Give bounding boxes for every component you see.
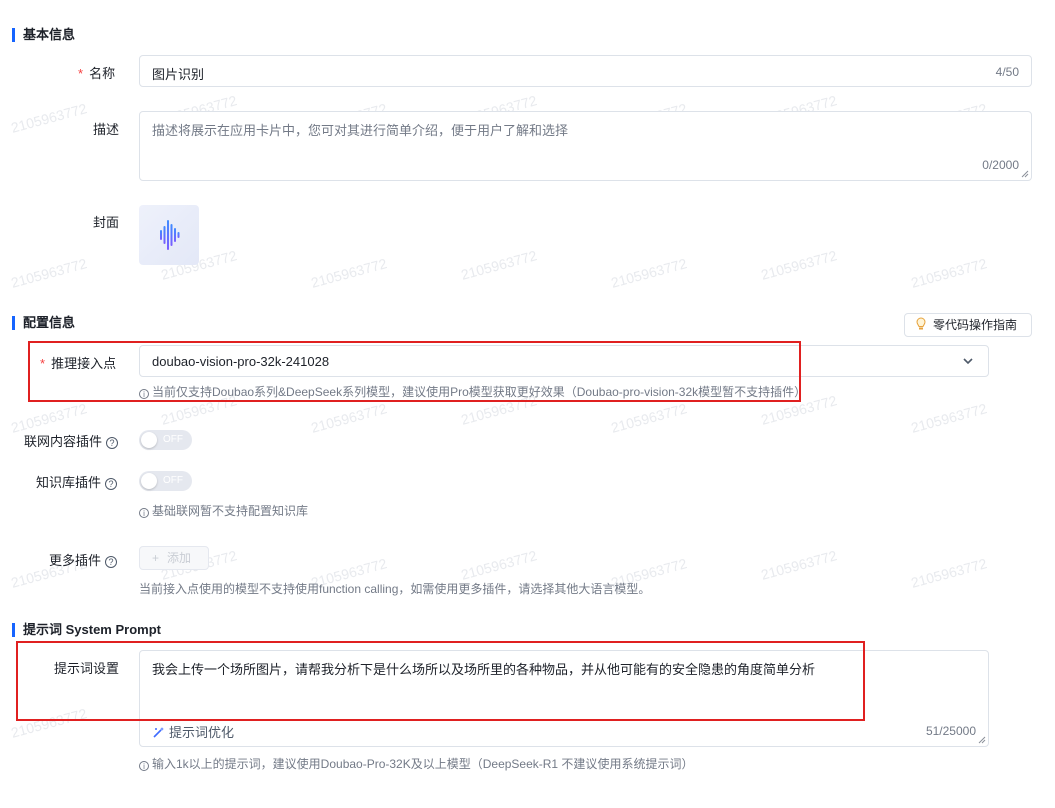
watermark-text: 2105963772 [609,255,689,291]
toggle-state: OFF [163,434,183,445]
endpoint-hint: i 当前仅支持Doubao系列&DeepSeek系列模型，建议使用Pro模型获取更… [139,383,806,400]
endpoint-label: * 推理接入点 [40,353,116,372]
description-textarea[interactable]: 描述将展示在应用卡片中，您可对其进行简单介绍，便于用户了解和选择 0/2000 [139,111,1032,181]
endpoint-label-text: 推理接入点 [51,356,117,371]
name-input[interactable]: 图片识别 4/50 [139,55,1032,87]
zero-code-guide-button[interactable]: 零代码操作指南 [904,313,1032,337]
magic-wand-icon [153,727,164,738]
endpoint-select[interactable]: doubao-vision-pro-32k-241028 [139,345,989,377]
required-mark: * [40,356,46,371]
kb-hint: i 基础联网暂不支持配置知识库 [139,502,308,519]
kb-plugin-toggle[interactable]: OFF [139,471,192,491]
watermark-text: 2105963772 [609,400,689,436]
watermark-text: 2105963772 [9,255,89,291]
toggle-knob [141,473,157,489]
watermark-text: 2105963772 [9,100,89,136]
cover-label: 封面 [93,215,120,230]
chevron-down-icon [963,358,973,365]
web-plugin-label-text: 联网内容插件 [24,434,103,449]
resize-handle-icon[interactable] [1021,170,1029,178]
lightbulb-icon [916,317,926,330]
system-prompt-textarea[interactable]: 我会上传一个场所图片，请帮我分析下是什么场所以及场所里的各种物品，并从他可能有的… [139,650,989,747]
desc-label: 描述 [93,122,120,137]
add-plugin-button[interactable]: + 添加 [139,546,209,570]
prompt-counter: 51/25000 [925,724,976,738]
web-plugin-label: 联网内容插件? [24,431,119,450]
watermark-text: 2105963772 [909,555,989,591]
toggle-knob [141,432,157,448]
name-label: * 名称 [78,63,115,82]
more-plugins-label: 更多插件? [49,550,118,569]
optimize-label: 提示词优化 [169,725,235,740]
info-icon: i [139,508,149,518]
info-icon: i [139,389,149,399]
more-plugins-hint: 当前接入点使用的模型不支持使用function calling，如需使用更多插件… [139,582,651,596]
info-icon: i [139,761,149,771]
question-icon[interactable]: ? [105,556,118,568]
guide-button-label: 零代码操作指南 [933,318,1018,332]
kb-plugin-label-text: 知识库插件 [36,475,102,490]
watermark-text: 2105963772 [909,255,989,291]
question-icon[interactable]: ? [105,478,118,490]
waveform-icon [160,220,180,250]
section-title-basic: 基本信息 [12,28,75,42]
section-title-config: 配置信息 [12,316,75,330]
required-mark: * [78,66,84,81]
watermark-text: 2105963772 [759,247,839,283]
question-icon[interactable]: ? [106,437,119,449]
name-counter: 4/50 [995,65,1019,79]
toggle-state: OFF [163,475,183,486]
section-title-prompt: 提示词 System Prompt [12,623,161,637]
watermark-text: 2105963772 [909,400,989,436]
watermark-text: 2105963772 [309,400,389,436]
endpoint-value: doubao-vision-pro-32k-241028 [152,354,330,369]
prompt-setting-label: 提示词设置 [54,661,120,676]
kb-plugin-label: 知识库插件? [36,472,118,491]
name-label-text: 名称 [89,66,116,81]
more-plugins-label-text: 更多插件 [49,553,102,568]
watermark-text: 2105963772 [759,547,839,583]
plus-icon: + [152,551,160,565]
watermark-text: 2105963772 [9,705,89,741]
description-placeholder: 描述将展示在应用卡片中，您可对其进行简单介绍，便于用户了解和选择 [152,123,569,138]
watermark-text: 2105963772 [459,547,539,583]
add-button-label: 添加 [167,551,192,565]
prompt-optimize-button[interactable]: 提示词优化 [152,722,234,741]
prompt-hint: i 输入1k以上的提示词，建议使用Doubao-Pro-32K及以上模型（Deep… [139,755,693,772]
watermark-text: 2105963772 [309,255,389,291]
watermark-text: 2105963772 [459,247,539,283]
system-prompt-value: 我会上传一个场所图片，请帮我分析下是什么场所以及场所里的各种物品，并从他可能有的… [152,662,816,677]
resize-handle-icon[interactable] [978,736,986,744]
name-input-value: 图片识别 [152,67,205,82]
web-plugin-toggle[interactable]: OFF [139,430,192,450]
cover-image[interactable] [139,205,199,265]
kb-hint-text: 基础联网暂不支持配置知识库 [152,504,309,518]
description-counter: 0/2000 [982,158,1019,172]
prompt-hint-text: 输入1k以上的提示词，建议使用Doubao-Pro-32K及以上模型（DeepS… [152,757,694,771]
endpoint-hint-text: 当前仅支持Doubao系列&DeepSeek系列模型，建议使用Pro模型获取更好… [152,385,807,399]
